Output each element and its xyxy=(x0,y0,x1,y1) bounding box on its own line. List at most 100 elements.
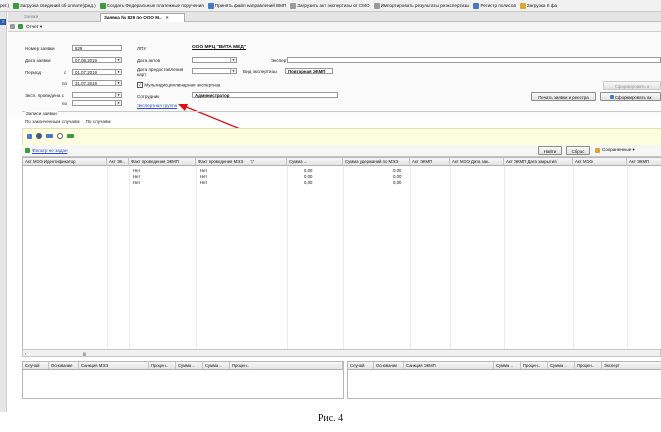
form-act-disabled-button[interactable]: Сформировать а xyxy=(603,81,661,90)
chevron-down-icon[interactable]: ▾ xyxy=(230,69,236,73)
form-act-button[interactable]: Сформировать ак xyxy=(600,92,661,101)
column-header[interactable]: Сумма .. xyxy=(548,362,575,370)
column-header[interactable]: Акт МЭЭ Дата зак.. xyxy=(450,158,504,166)
exam-to-field[interactable]: ▾ xyxy=(72,100,122,106)
request-date-field[interactable]: 07.08.2019 ▾ xyxy=(72,57,122,63)
cell-held: 0,00 xyxy=(393,174,402,179)
toolbar-payment-import[interactable]: Загрузка сведений об оплате(фед.) xyxy=(13,2,96,9)
column-header[interactable]: Процен.. xyxy=(521,362,548,370)
acts-date-field[interactable]: ▾ xyxy=(192,57,237,63)
tab-requests[interactable]: Заявки xyxy=(20,13,96,21)
request-number-field[interactable]: 829 xyxy=(72,45,122,51)
chevron-down-icon[interactable]: ▾ xyxy=(115,70,121,74)
toolbar-policy-registry[interactable]: Регистр полисов xyxy=(473,2,516,9)
upload-icon xyxy=(290,2,297,9)
nav-tab[interactable]: ≡ xyxy=(0,19,6,25)
chevron-down-icon[interactable]: ▾ xyxy=(115,101,121,105)
tab-finished-cases[interactable]: По законченным случаям xyxy=(25,119,80,124)
column-header[interactable]: Акт ЭК.. xyxy=(107,158,129,166)
tab-cases[interactable]: По случаям xyxy=(86,119,111,124)
chevron-down-icon[interactable]: ▾ xyxy=(230,58,236,62)
toolbar-load-k[interactable]: Загрузка К фа xyxy=(519,2,557,9)
toolbar-upload-act[interactable]: Загрузить акт экспертизы от СМО xyxy=(290,2,370,9)
mode-icon xyxy=(67,134,74,138)
grid-horizontal-scrollbar[interactable]: ‹ ||| xyxy=(22,349,661,357)
save-icon[interactable] xyxy=(10,24,15,29)
checkbox-icon[interactable]: ✓ xyxy=(137,82,143,88)
ekmp-sanctions-grid: Случай Основание Санкция ЭКМП Сумма .. П… xyxy=(347,361,661,399)
cell-mee: Нет xyxy=(200,168,208,173)
column-header[interactable]: Акт ЭКМП xyxy=(627,158,661,166)
saved-filters-button[interactable]: Сохраненные ▾ xyxy=(595,147,635,153)
cards-date-field[interactable]: ▾ xyxy=(192,68,237,74)
filter-icon xyxy=(25,148,30,153)
column-header[interactable]: Сумма ... xyxy=(287,158,343,166)
column-header[interactable]: Сумма .. xyxy=(203,362,230,370)
period-from-field[interactable]: 01.07.2019 ▾ xyxy=(72,69,122,75)
column-header[interactable]: Сумма удержаний по МЭЭ xyxy=(343,158,410,166)
column-header[interactable]: Процен.. xyxy=(149,362,176,370)
date-value: 07.08.2019 xyxy=(75,58,97,63)
expand-icon[interactable] xyxy=(27,133,32,139)
filter-bar: Фильтр не задан Найти Сброс Сохраненные … xyxy=(22,145,661,157)
column-header[interactable]: Акт ЭКМП xyxy=(410,158,450,166)
import-icon xyxy=(373,2,380,9)
column-header[interactable]: Акт МЭЭ xyxy=(573,158,627,166)
report-icon xyxy=(18,24,23,29)
toolbar-item-label: Загрузить акт экспертизы от СМО xyxy=(297,3,370,8)
main-toolbar: рег.) Загрузка сведений об оплате(фед.) … xyxy=(0,0,661,12)
toolbar-accept-vmp[interactable]: Принять файл направлений ВМП xyxy=(207,2,286,9)
column-header[interactable]: Процен.. xyxy=(230,362,343,370)
toolbar-create-orders[interactable]: Создать Федеральные платежные поручения xyxy=(99,2,204,9)
request-date-label: Дата заявки xyxy=(25,58,51,63)
scroll-thumb[interactable]: ||| xyxy=(83,351,86,356)
toolbar-import-reexam[interactable]: Импортировать результаты реэкспертизы xyxy=(373,2,469,9)
left-nav-strip: ≡ xyxy=(0,12,7,412)
print-request-button[interactable]: Печать заявки и реестра xyxy=(531,92,596,101)
reset-button[interactable]: Сброс xyxy=(566,146,590,155)
column-header[interactable]: Процен.. xyxy=(575,362,602,370)
expert-field[interactable] xyxy=(287,57,661,63)
chevron-down-icon[interactable]: ▾ xyxy=(115,93,121,97)
chevron-down-icon[interactable]: ▾ xyxy=(115,81,121,85)
column-header[interactable]: Сумма .. xyxy=(176,362,203,370)
column-header[interactable]: Случай xyxy=(348,362,374,370)
exam-type-label: Вид экспертизы xyxy=(243,69,277,74)
column-header[interactable]: Санкция ЭКМП xyxy=(404,362,494,370)
period-label: Период xyxy=(25,70,42,75)
exam-from-field[interactable]: ▾ xyxy=(72,92,122,98)
employee-field[interactable]: Администратор xyxy=(192,92,338,98)
radio-option[interactable] xyxy=(57,133,63,139)
exam-from-label: Эксп. проведена с xyxy=(25,93,65,98)
figure-caption: Рис. 4 xyxy=(317,413,344,424)
close-icon[interactable]: × xyxy=(166,15,169,20)
column-header[interactable]: Эксперт xyxy=(602,362,661,370)
column-header[interactable]: Факт проведения МЭЭ ▽ xyxy=(196,158,287,166)
scroll-left-icon[interactable]: ‹ xyxy=(25,351,26,356)
chevron-down-icon[interactable]: ▾ xyxy=(115,58,121,62)
toolbar-item-label: Загрузка сведений об оплате(фед.) xyxy=(20,3,96,8)
find-button[interactable]: Найти xyxy=(538,146,562,155)
exam-type-field[interactable]: Повторная ЭКМП xyxy=(285,68,333,74)
column-header[interactable]: Акт ЭКМП Дата закрытия xyxy=(504,158,573,166)
report-menu[interactable]: Отчет ▾ xyxy=(26,24,42,30)
toolbar-item[interactable]: рег.) xyxy=(0,3,9,8)
toolbar-item-label: рег.) xyxy=(0,3,10,8)
column-header[interactable]: Санкция МЭЭ xyxy=(79,362,149,370)
column-header[interactable]: Факт проведения ЭКМП xyxy=(129,158,196,166)
period-to-label: по xyxy=(62,81,68,86)
column-header[interactable]: Сумма .. xyxy=(494,362,521,370)
column-header[interactable]: Случай xyxy=(23,362,49,370)
multidisc-checkbox[interactable]: ✓ Мультидисциплинарная экспертиза xyxy=(137,82,220,88)
tab-label: Заявка № 829 по ООО М.. xyxy=(104,15,162,20)
tab-request-829[interactable]: Заявка № 829 по ООО М.. × xyxy=(100,13,185,22)
column-header[interactable]: Основание xyxy=(49,362,79,370)
date-value: 01.07.2019 xyxy=(75,70,97,75)
column-header[interactable]: Акт МЭЭ Идентификатор xyxy=(23,158,107,166)
filter-funnel-icon[interactable]: ▽ xyxy=(251,159,254,164)
filter-link[interactable]: Фильтр не задан xyxy=(32,148,68,153)
radio-option[interactable] xyxy=(36,133,42,139)
period-to-field[interactable]: 31.07.2019 ▾ xyxy=(72,80,122,86)
cards-date-label: Дата предоставления карт xyxy=(137,67,184,77)
column-header[interactable]: Основание xyxy=(374,362,404,370)
